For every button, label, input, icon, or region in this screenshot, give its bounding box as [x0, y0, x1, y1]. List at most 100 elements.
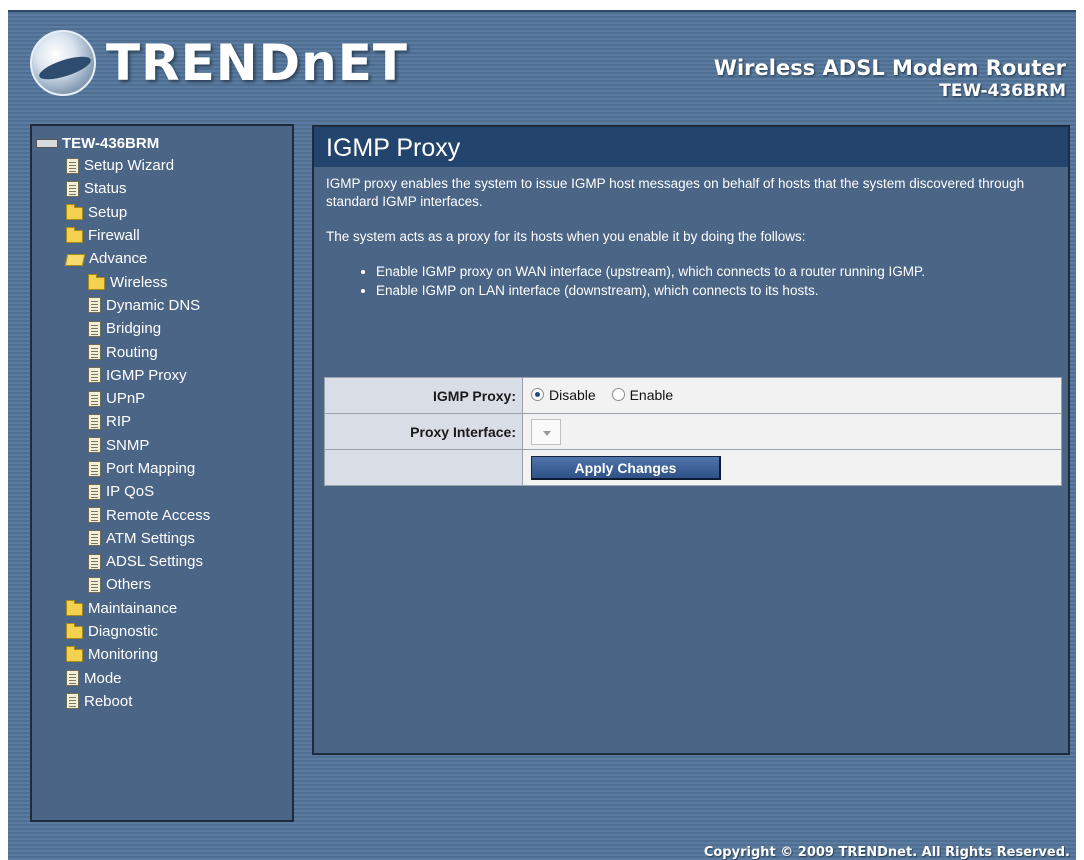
sidebar-item-dynamic-dns[interactable]: Dynamic DNS: [36, 294, 288, 317]
sidebar-item-reboot[interactable]: Reboot: [36, 690, 288, 713]
document-icon: [88, 507, 101, 524]
list-item: Enable IGMP proxy on WAN interface (upst…: [376, 263, 1054, 281]
folder-icon: [66, 227, 83, 244]
model-number: TEW-436BRM: [939, 81, 1066, 101]
sidebar-item-wireless[interactable]: Wireless: [36, 270, 288, 293]
folder-icon: [66, 203, 83, 220]
proxy-interface-cell: [522, 413, 1062, 450]
sidebar-item-monitoring[interactable]: Monitoring: [36, 643, 288, 666]
folder-open-icon: [64, 254, 86, 267]
document-icon: [66, 180, 79, 197]
sidebar-item-upnp[interactable]: UPnP: [36, 387, 288, 410]
apply-cell: Apply Changes: [522, 449, 1062, 486]
trendnet-logo: TRENDnET: [30, 30, 408, 96]
sidebar-item-port-mapping[interactable]: Port Mapping: [36, 457, 288, 480]
sidebar-item-label: Firewall: [88, 227, 140, 245]
sidebar-item-snmp[interactable]: SNMP: [36, 434, 288, 457]
main-panel: IGMP Proxy IGMP proxy enables the system…: [312, 125, 1070, 755]
sidebar-item-label: Setup: [88, 203, 128, 221]
proxy-interface-label: Proxy Interface:: [324, 413, 523, 450]
sidebar-item-label: Others: [106, 576, 152, 594]
sidebar-item-diagnostic[interactable]: Diagnostic: [36, 620, 288, 643]
sidebar-item-label: Port Mapping: [106, 460, 196, 477]
document-icon: [88, 553, 101, 570]
sidebar-item-label: SNMP: [106, 436, 150, 454]
sidebar-item-bridging[interactable]: Bridging: [36, 317, 288, 340]
radio-selected-icon[interactable]: [531, 388, 544, 402]
sidebar-item-label: Advance: [89, 250, 148, 268]
sidebar-item-status[interactable]: Status: [36, 177, 288, 200]
header: TRENDnET Wireless ADSL Modem Router TEW-…: [8, 12, 1076, 120]
sidebar-item-routing[interactable]: Routing: [36, 340, 288, 363]
sidebar-item-others[interactable]: Others: [36, 573, 288, 596]
sidebar-item-label: Bridging: [106, 320, 162, 338]
sidebar-item-rip[interactable]: RIP: [36, 410, 288, 433]
sidebar-item-label: Status: [84, 180, 127, 198]
enable-radio[interactable]: Enable: [611, 386, 674, 403]
sidebar-item-maintainance[interactable]: Maintainance: [36, 597, 288, 620]
sidebar-item-label: UPnP: [106, 390, 146, 408]
tree-root-label: TEW-436BRM: [62, 134, 160, 152]
sidebar-item-remote-access[interactable]: Remote Access: [36, 503, 288, 526]
document-icon: [66, 157, 79, 174]
description-paragraph-2: The system acts as a proxy for its hosts…: [326, 229, 806, 244]
page-frame: TRENDnET Wireless ADSL Modem Router TEW-…: [8, 10, 1076, 860]
table-row: Apply Changes: [324, 449, 1062, 486]
empty-label-cell: [324, 449, 523, 486]
document-icon: [88, 297, 101, 314]
bullet-list: Enable IGMP proxy on WAN interface (upst…: [376, 263, 1054, 300]
document-icon: [88, 367, 101, 384]
document-icon: [66, 670, 79, 687]
folder-icon: [66, 623, 83, 640]
document-icon: [66, 693, 79, 710]
sidebar-item-setup-wizard[interactable]: Setup Wizard: [36, 154, 288, 177]
table-row: IGMP Proxy: Disable Enable: [324, 377, 1062, 414]
document-icon: [88, 413, 101, 430]
copyright-footer: Copyright © 2009 TRENDnet. All Rights Re…: [703, 845, 1070, 860]
sidebar-item-label: Wireless: [110, 273, 168, 291]
sidebar-item-label: Mode: [84, 669, 122, 687]
sidebar-item-label: Diagnostic: [88, 623, 159, 641]
sidebar-item-label: IGMP Proxy: [106, 366, 187, 384]
folder-icon: [88, 273, 105, 290]
sidebar-item-firewall[interactable]: Firewall: [36, 224, 288, 247]
description-paragraph-1: IGMP proxy enables the system to issue I…: [326, 176, 1025, 209]
sidebar-item-label: Setup Wizard: [84, 157, 175, 175]
globe-logo-icon: [30, 30, 96, 96]
document-icon: [88, 344, 101, 361]
apply-changes-button[interactable]: Apply Changes: [531, 455, 721, 480]
document-icon: [88, 320, 101, 337]
proxy-interface-select[interactable]: [531, 418, 561, 445]
table-row: Proxy Interface:: [324, 413, 1062, 450]
sidebar-item-mode[interactable]: Mode: [36, 667, 288, 690]
sidebar-item-adsl-settings[interactable]: ADSL Settings: [36, 550, 288, 573]
product-line: Wireless ADSL Modem Router: [713, 56, 1066, 80]
disable-radio[interactable]: Disable: [531, 387, 596, 403]
description: IGMP proxy enables the system to issue I…: [314, 167, 1068, 300]
igmp-proxy-label: IGMP Proxy:: [324, 377, 523, 414]
chevron-down-icon: [543, 430, 551, 436]
sidebar-item-advance[interactable]: Advance: [36, 247, 288, 270]
sidebar-nav: TEW-436BRM Setup Wizard Status Setup Fir…: [30, 124, 294, 822]
product-title: Wireless ADSL Modem Router TEW-436BRM: [714, 56, 1066, 101]
folder-icon: [66, 646, 83, 663]
igmp-form: IGMP Proxy: Disable Enable Proxy Interfa…: [324, 377, 1062, 486]
sidebar-item-label: Routing: [106, 343, 158, 361]
document-icon: [88, 483, 101, 500]
sidebar-item-label: Reboot: [84, 692, 133, 710]
tree-root[interactable]: TEW-436BRM: [36, 132, 288, 154]
sidebar-item-setup[interactable]: Setup: [36, 201, 288, 224]
document-icon: [88, 390, 101, 407]
sidebar-item-label: Maintainance: [88, 599, 178, 617]
radio-unselected-icon[interactable]: [611, 388, 625, 402]
sidebar-item-label: IP QoS: [106, 483, 155, 501]
sidebar-item-ip-qos[interactable]: IP QoS: [36, 480, 288, 503]
disable-label: Disable: [549, 386, 596, 403]
sidebar-item-igmp-proxy[interactable]: IGMP Proxy: [36, 364, 288, 387]
sidebar-item-label: Remote Access: [106, 506, 211, 524]
brand-name: TRENDnET: [106, 34, 408, 92]
document-icon: [88, 460, 101, 477]
computer-icon: [36, 138, 58, 148]
enable-label: Enable: [629, 386, 674, 403]
sidebar-item-atm-settings[interactable]: ATM Settings: [36, 527, 288, 550]
